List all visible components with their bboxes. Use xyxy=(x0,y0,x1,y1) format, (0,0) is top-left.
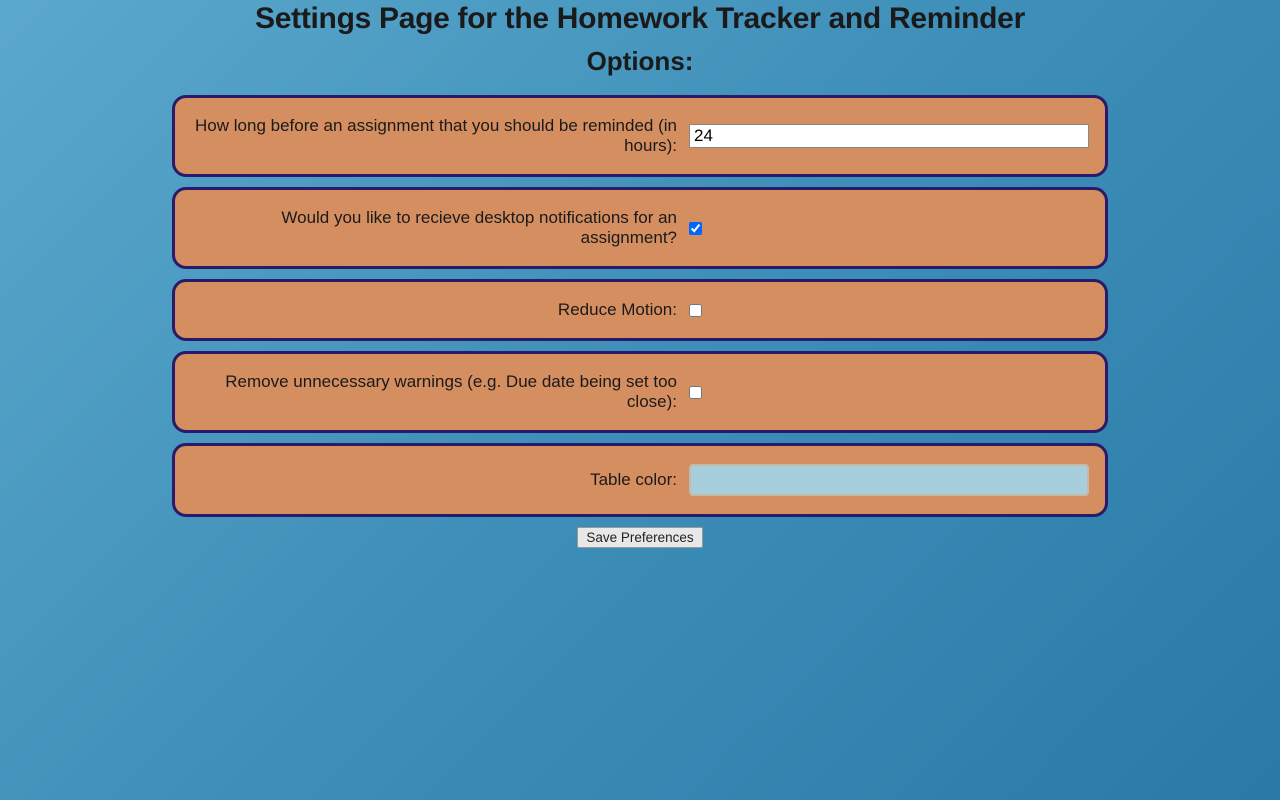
desktop-notifications-checkbox[interactable] xyxy=(689,222,702,235)
reduce-motion-input-area xyxy=(689,304,1089,317)
desktop-notifications-input-area xyxy=(689,222,1089,235)
settings-page: Settings Page for the Homework Tracker a… xyxy=(0,0,1280,548)
option-reduce-motion: Reduce Motion: xyxy=(172,279,1108,341)
remind-hours-input-area xyxy=(689,124,1089,148)
remove-warnings-checkbox[interactable] xyxy=(689,386,702,399)
remind-hours-label: How long before an assignment that you s… xyxy=(191,116,689,156)
option-table-color: Table color: xyxy=(172,443,1108,517)
options-list: How long before an assignment that you s… xyxy=(172,95,1108,517)
desktop-notifications-label: Would you like to recieve desktop notifi… xyxy=(191,208,689,248)
remind-hours-input[interactable] xyxy=(689,124,1089,148)
remove-warnings-label: Remove unnecessary warnings (e.g. Due da… xyxy=(191,372,689,412)
page-subtitle: Options: xyxy=(587,46,694,77)
reduce-motion-label: Reduce Motion: xyxy=(191,300,689,320)
option-desktop-notifications: Would you like to recieve desktop notifi… xyxy=(172,187,1108,269)
option-remove-warnings: Remove unnecessary warnings (e.g. Due da… xyxy=(172,351,1108,433)
table-color-input[interactable] xyxy=(689,464,1089,496)
option-remind-hours: How long before an assignment that you s… xyxy=(172,95,1108,177)
remove-warnings-input-area xyxy=(689,386,1089,399)
page-title: Settings Page for the Homework Tracker a… xyxy=(255,2,1025,36)
reduce-motion-checkbox[interactable] xyxy=(689,304,702,317)
save-preferences-button[interactable]: Save Preferences xyxy=(577,527,702,548)
table-color-input-area xyxy=(689,464,1089,496)
table-color-label: Table color: xyxy=(191,470,689,490)
